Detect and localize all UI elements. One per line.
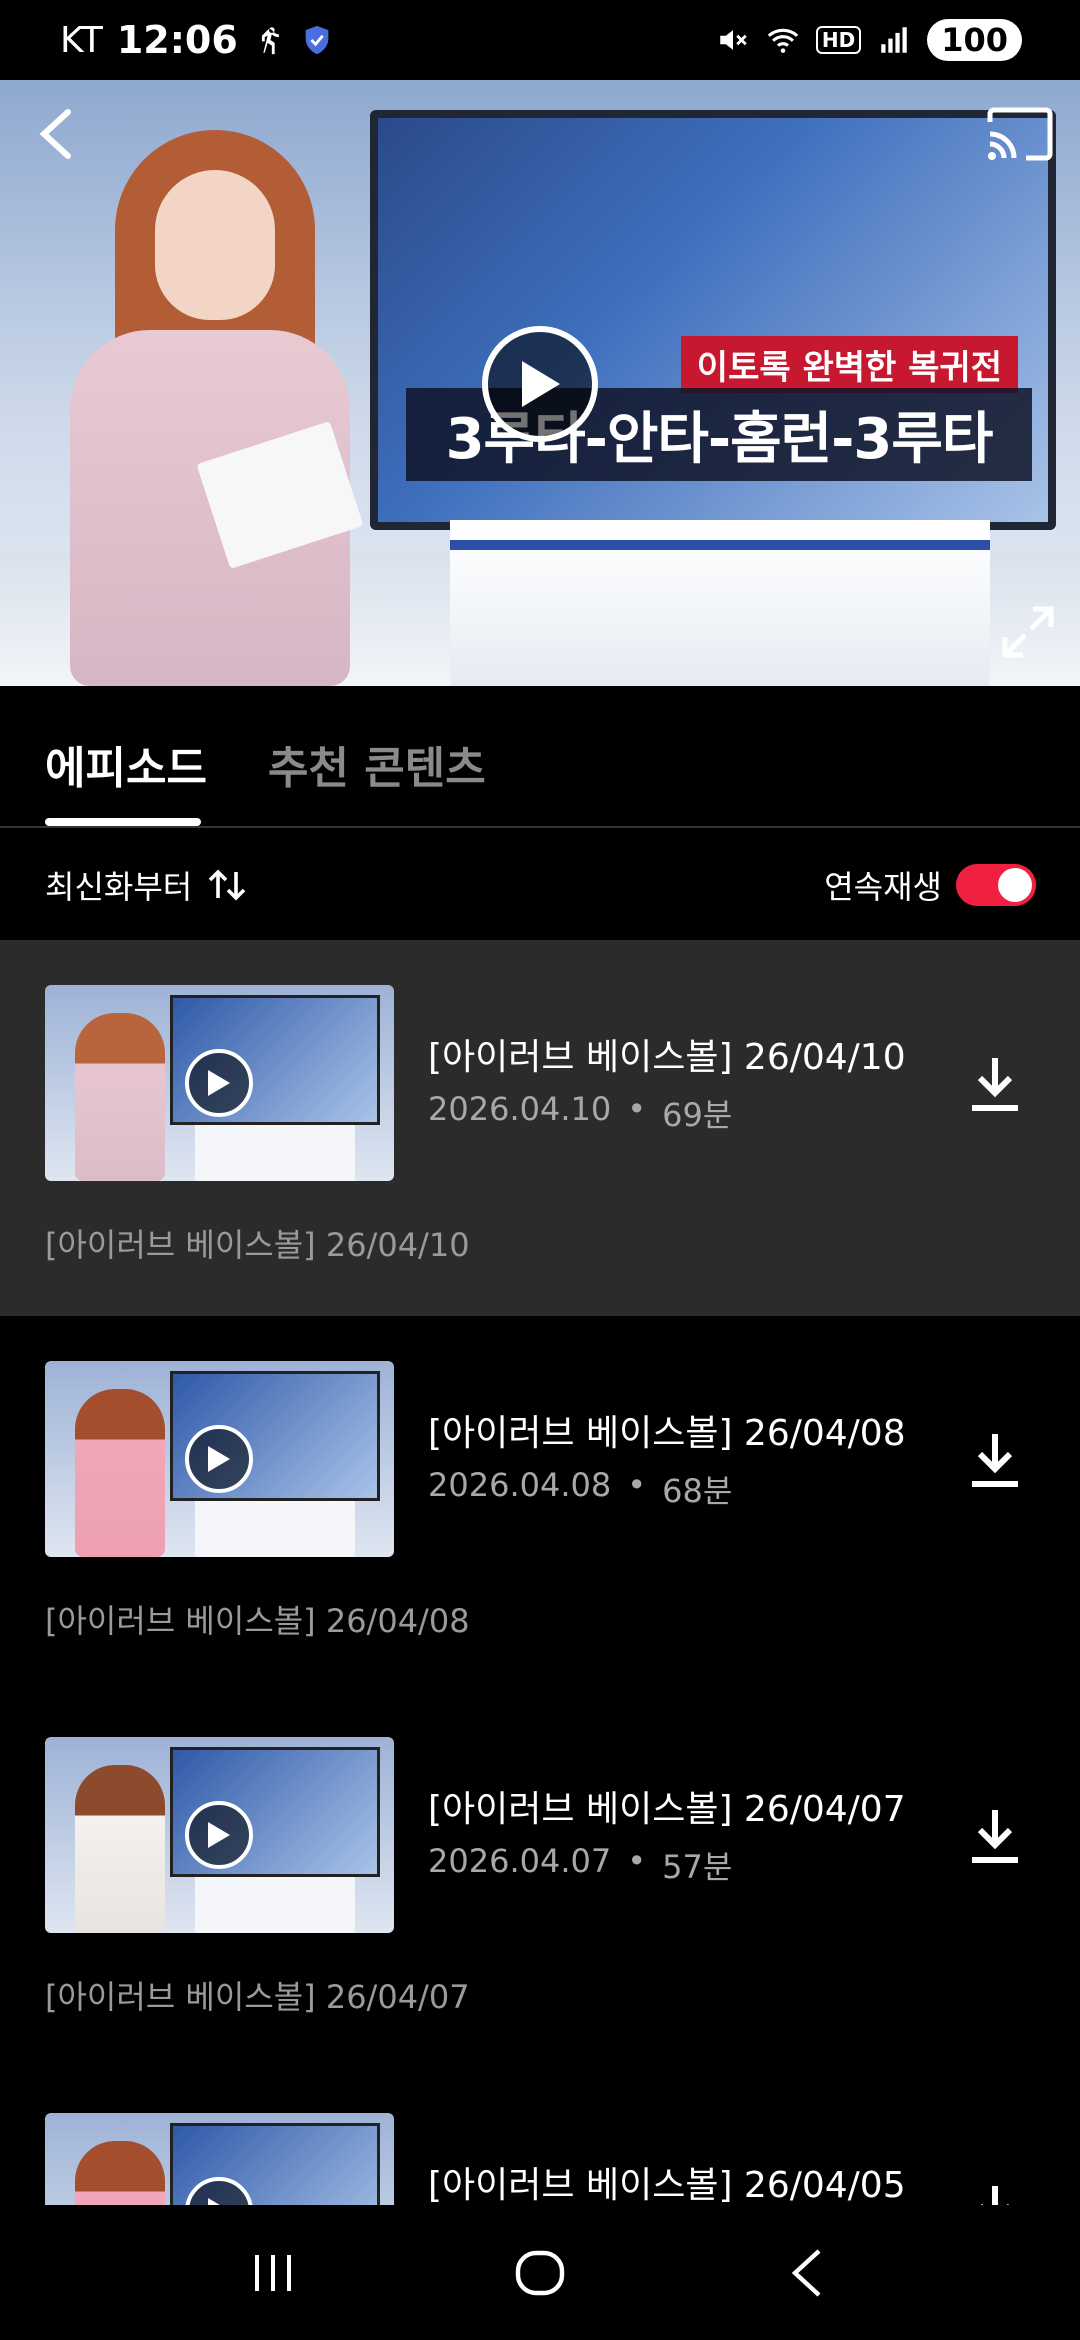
episode-title: [아이러브 베이스볼] 26/04/05 [428,2165,906,2205]
episode-item[interactable]: [아이러브 베이스볼] 26/04/08 2026.04.08 • 68분 [아… [0,1316,1080,1692]
fullscreen-button[interactable] [996,600,1060,664]
wifi-icon [767,28,799,53]
active-tab-indicator [45,818,201,826]
episode-meta: 2026.04.08 • 68분 [428,1466,732,1512]
nav-back-button[interactable] [767,2233,847,2313]
studio-desk [450,520,990,686]
runner-icon [261,27,279,55]
back-button[interactable] [24,102,88,166]
mute-icon [720,30,747,50]
thumb-desk [195,1877,355,1933]
thumb-play-icon [185,1049,253,1117]
thumb-anchor [75,2141,165,2205]
signal-icon [881,27,907,53]
episode-thumbnail[interactable] [45,2113,394,2205]
download-icon [981,2186,1009,2205]
tab-episodes[interactable]: 에피소드 [45,732,207,796]
autoplay-control: 연속재생 [824,862,1036,908]
episode-duration: 68분 [662,1472,733,1510]
thumb-anchor [75,1389,165,1557]
status-left: KT 12:06 [60,18,334,62]
fullscreen-icon [1002,606,1054,658]
thumb-anchor [75,1013,165,1181]
episode-title: [아이러브 베이스볼] 26/04/08 [428,1413,906,1454]
episode-description: [아이러브 베이스볼] 26/04/07 [45,1978,470,2016]
episode-list[interactable]: [아이러브 베이스볼] 26/04/10 2026.04.10 • 69분 [아… [0,940,1080,2205]
desk-stripe [450,540,990,550]
recent-apps-button[interactable] [233,2233,313,2313]
monitor-tag: 이토록 완벽한 복귀전 [680,336,1018,393]
hd-icon: HD [815,26,862,54]
episode-duration: 69분 [662,1096,733,1134]
thumb-desk [195,1125,355,1181]
meta-separator: • [627,1466,647,1504]
cast-icon [987,107,1053,161]
thumb-anchor [75,1765,165,1933]
episode-date: 2026.04.08 [428,1466,612,1504]
sort-arrows-icon [208,869,246,901]
sort-button[interactable]: 최신화부터 [45,862,246,908]
download-icon [972,1058,1018,1111]
status-right: HD 100 [716,19,1022,61]
video-player[interactable]: 이토록 완벽한 복귀전 3루타-안타-홈런-3루타 [0,80,1080,686]
studio-monitor: 이토록 완벽한 복귀전 3루타-안타-홈런-3루타 [370,110,1056,530]
toggle-knob [998,868,1032,902]
episode-thumbnail[interactable] [45,1737,394,1933]
episode-date: 2026.04.10 [428,1090,612,1128]
status-bar: KT 12:06 HD 100 [0,0,1080,80]
episode-meta: 2026.04.07 • 57분 [428,1842,732,1888]
sort-label: 최신화부터 [45,868,193,906]
battery-icon: 100 [927,19,1022,61]
home-icon [515,2250,565,2295]
episode-thumbnail[interactable] [45,985,394,1181]
meta-separator: • [627,1090,647,1128]
episode-description: [아이러브 베이스볼] 26/04/10 [45,1226,470,1264]
meta-separator: • [627,1842,647,1880]
tab-bar: 에피소드 추천 콘텐츠 [0,686,1080,828]
play-button[interactable] [482,326,598,442]
episode-title: [아이러브 베이스볼] 26/04/07 [428,1789,906,1830]
carrier-label: KT [60,19,103,61]
download-button[interactable] [962,1050,1028,1116]
download-icon [972,1434,1018,1487]
episode-duration: 57분 [662,1848,733,1886]
autoplay-toggle[interactable] [956,864,1036,906]
episode-description: [아이러브 베이스볼] 26/04/08 [45,1602,470,1640]
shield-app-icon [305,25,329,55]
play-icon [522,361,560,407]
episode-date: 2026.04.07 [428,1842,612,1880]
episode-meta: 2026.04.10 • 69분 [428,1090,732,1136]
recent-apps-icon [255,2254,292,2291]
autoplay-label: 연속재생 [824,868,942,906]
thumb-desk [195,1501,355,1557]
thumb-play-icon [185,1425,253,1493]
episode-item[interactable]: [아이러브 베이스볼] 26/04/07 2026.04.07 • 57분 [아… [0,1692,1080,2068]
news-anchor [40,130,380,686]
download-button[interactable] [962,1426,1028,1492]
list-controls: 최신화부터 연속재생 [0,830,1080,940]
episode-item[interactable]: [아이러브 베이스볼] 26/04/10 2026.04.10 • 69분 [아… [0,940,1080,1316]
thumb-play-icon [185,1801,253,1869]
home-button[interactable] [500,2233,580,2313]
system-nav-bar [0,2205,1080,2340]
episode-item[interactable]: [아이러브 베이스볼] 26/04/05 [0,2068,1080,2205]
episode-thumbnail[interactable] [45,1361,394,1557]
episode-title: [아이러브 베이스볼] 26/04/10 [428,1037,906,1078]
download-button[interactable] [962,2178,1028,2205]
download-button[interactable] [962,1802,1028,1868]
cast-button[interactable] [984,102,1056,166]
back-icon [39,109,71,159]
tab-recommended[interactable]: 추천 콘텐츠 [268,732,486,796]
download-icon [972,1810,1018,1863]
back-nav-icon [791,2248,821,2297]
clock: 12:06 [116,18,238,62]
anchor-face [155,170,275,320]
